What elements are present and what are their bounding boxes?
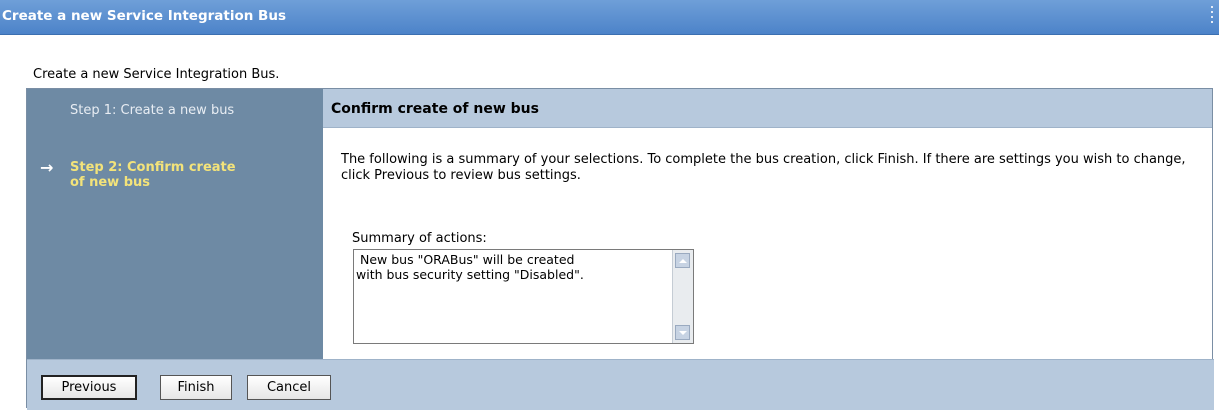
button-bar: Previous Finish Cancel	[27, 359, 1214, 410]
content-title: Confirm create of new bus	[331, 101, 539, 117]
cancel-button[interactable]: Cancel	[247, 375, 331, 400]
window-title: Create a new Service Integration Bus	[2, 8, 286, 24]
scroll-down-icon[interactable]	[675, 325, 690, 340]
wizard-panel: Step 1: Create a new bus → Step 2: Confi…	[26, 88, 1214, 410]
collapse-icon[interactable]	[1211, 6, 1213, 8]
summary-content: New bus "ORABus" will be created with bu…	[356, 252, 584, 282]
summary-instructions: The following is a summary of your selec…	[341, 152, 1186, 183]
step-2-label: Step 2: Confirm create of new bus	[70, 160, 236, 190]
previous-button[interactable]: Previous	[41, 375, 137, 400]
current-step-arrow-icon: →	[40, 158, 54, 177]
page-description: Create a new Service Integration Bus.	[33, 67, 280, 82]
summary-label: Summary of actions:	[352, 231, 487, 246]
summary-textarea[interactable]: New bus "ORABus" will be created with bu…	[353, 249, 694, 344]
title-bar: Create a new Service Integration Bus	[0, 0, 1219, 35]
content-header: Confirm create of new bus	[323, 89, 1212, 128]
finish-button[interactable]: Finish	[160, 375, 232, 400]
content-panel: Confirm create of new bus The following …	[323, 89, 1212, 359]
scroll-up-icon[interactable]	[675, 253, 690, 268]
steps-sidebar: Step 1: Create a new bus → Step 2: Confi…	[27, 89, 323, 359]
summary-scrollbar[interactable]	[672, 250, 693, 343]
step-1-label: Step 1: Create a new bus	[70, 103, 235, 118]
